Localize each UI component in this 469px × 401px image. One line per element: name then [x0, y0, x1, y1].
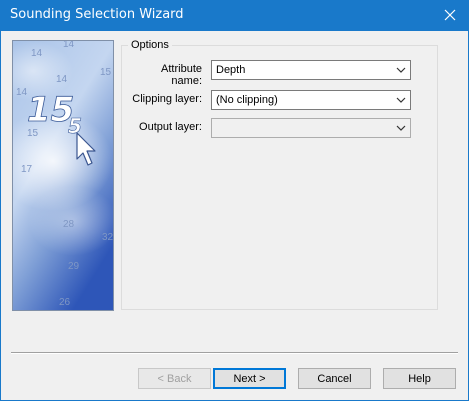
close-button[interactable]	[436, 4, 464, 26]
title-bar[interactable]: Sounding Selection Wizard	[1, 1, 468, 31]
attribute-name-dropdown[interactable]: Depth	[211, 60, 411, 80]
sounding-label: 14	[16, 87, 28, 98]
attribute-name-label: Attribute name:	[161, 63, 202, 87]
button-separator	[11, 352, 458, 354]
sounding-highlight-sub: 5	[68, 114, 82, 138]
sounding-label: 26	[59, 297, 71, 308]
output-layer-label: Output layer:	[139, 121, 202, 133]
sounding-label: 14	[31, 48, 43, 59]
close-icon	[444, 9, 456, 21]
chevron-down-icon	[394, 93, 408, 107]
output-layer-dropdown[interactable]	[211, 118, 411, 138]
chevron-down-icon	[394, 63, 408, 77]
help-button[interactable]: Help	[383, 368, 456, 389]
clipping-layer-value: (No clipping)	[216, 94, 278, 106]
back-button[interactable]: < Back	[138, 368, 211, 389]
sounding-label: 29	[68, 261, 80, 272]
banner-graphic: 14 14 14 14 15 15 17 28 32 29 26 15 5	[13, 41, 113, 310]
clipping-layer-label: Clipping layer:	[132, 93, 202, 105]
sounding-label: 32	[102, 232, 113, 243]
sounding-label: 15	[100, 67, 112, 78]
sounding-label: 14	[56, 74, 68, 85]
sounding-label: 14	[63, 41, 75, 50]
cancel-button[interactable]: Cancel	[298, 368, 371, 389]
wizard-banner-image: 14 14 14 14 15 15 17 28 32 29 26 15 5	[12, 40, 114, 311]
chevron-down-icon	[394, 121, 408, 135]
attribute-name-value: Depth	[216, 64, 246, 76]
next-button[interactable]: Next >	[213, 368, 286, 389]
sounding-label: 28	[63, 219, 75, 230]
options-group-label: Options	[128, 39, 172, 51]
clipping-layer-dropdown[interactable]: (No clipping)	[211, 90, 411, 110]
sounding-label: 17	[21, 164, 33, 175]
window-title: Sounding Selection Wizard	[10, 7, 184, 22]
